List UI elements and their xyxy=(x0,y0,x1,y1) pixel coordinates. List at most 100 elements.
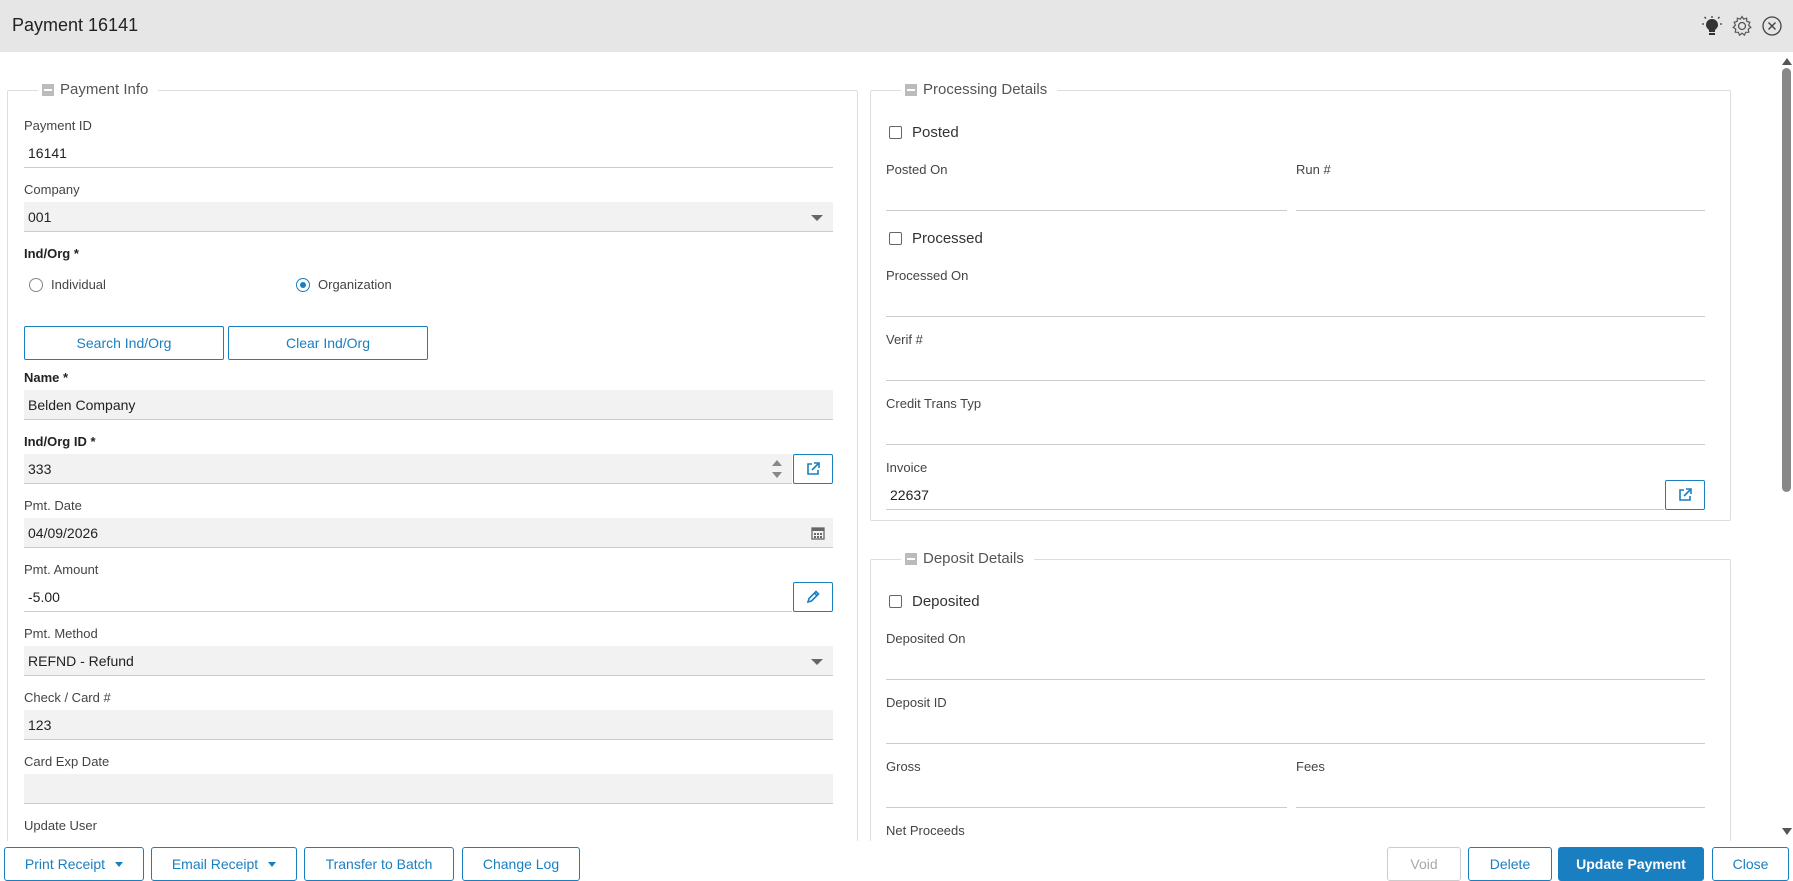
invoice-field: 22637 xyxy=(886,480,1664,510)
credit-trans-typ-label: Credit Trans Typ xyxy=(886,396,982,411)
checkbox-icon xyxy=(889,595,902,608)
pmt-amount-value: -5.00 xyxy=(28,589,60,605)
collapse-icon[interactable] xyxy=(905,552,917,565)
radio-organization[interactable]: Organization xyxy=(296,277,392,292)
vertical-scrollbar[interactable] xyxy=(1780,52,1793,841)
close-icon[interactable] xyxy=(1759,13,1785,39)
pmt-method-value: REFND - Refund xyxy=(28,653,134,669)
scroll-thumb[interactable] xyxy=(1782,68,1791,492)
collapse-icon[interactable] xyxy=(905,83,917,96)
search-ind-org-button[interactable]: Search Ind/Org xyxy=(24,326,224,360)
open-ind-org-button[interactable] xyxy=(793,454,833,484)
deposited-label: Deposited xyxy=(912,593,980,610)
pmt-amount-label: Pmt. Amount xyxy=(24,562,99,577)
void-button[interactable]: Void xyxy=(1387,847,1461,881)
fees-label: Fees xyxy=(1296,759,1325,774)
calendar-icon[interactable] xyxy=(811,526,825,540)
update-payment-button[interactable]: Update Payment xyxy=(1558,847,1704,881)
radio-individual-label: Individual xyxy=(51,277,106,292)
scroll-up-icon[interactable] xyxy=(1782,58,1792,65)
collapse-icon[interactable] xyxy=(42,83,54,96)
close-button[interactable]: Close xyxy=(1712,847,1789,881)
fees-field[interactable] xyxy=(1296,807,1705,808)
caret-down-icon xyxy=(115,861,124,867)
pencil-icon xyxy=(806,590,820,604)
credit-trans-typ-field[interactable] xyxy=(886,444,1705,445)
update-user-label: Update User xyxy=(24,818,97,833)
processing-details-panel: Processing Details xyxy=(870,81,1731,521)
pmt-date-label: Pmt. Date xyxy=(24,498,82,513)
clear-ind-org-button[interactable]: Clear Ind/Org xyxy=(228,326,428,360)
radio-individual[interactable]: Individual xyxy=(29,277,106,292)
run-number-field[interactable] xyxy=(1296,210,1705,211)
processed-checkbox[interactable]: Processed xyxy=(889,230,983,247)
payment-id-label: Payment ID xyxy=(24,118,92,133)
lightbulb-icon[interactable] xyxy=(1699,13,1725,39)
posted-label: Posted xyxy=(912,124,959,141)
radio-icon xyxy=(29,277,43,292)
run-number-label: Run # xyxy=(1296,162,1331,177)
radio-selected-icon xyxy=(296,277,310,292)
company-value: 001 xyxy=(28,209,52,225)
ind-org-id-label: Ind/Org ID * xyxy=(24,434,96,449)
payment-id-value: 16141 xyxy=(28,145,67,161)
name-field: Belden Company xyxy=(24,390,833,420)
print-receipt-label: Print Receipt xyxy=(24,856,106,872)
gear-icon[interactable] xyxy=(1729,13,1755,39)
ind-org-id-field[interactable]: 333 xyxy=(24,454,792,484)
processed-label: Processed xyxy=(912,230,983,247)
pmt-date-field[interactable]: 04/09/2026 xyxy=(24,518,833,548)
payment-info-legend[interactable]: Payment Info xyxy=(38,81,159,98)
ind-org-label: Ind/Org * xyxy=(24,246,79,261)
ind-org-id-value: 333 xyxy=(28,461,52,477)
payment-id-field: 16141 xyxy=(24,138,833,168)
processed-on-field[interactable] xyxy=(886,316,1705,317)
print-receipt-button[interactable]: Print Receipt xyxy=(4,847,144,881)
processing-details-legend[interactable]: Processing Details xyxy=(901,81,1058,98)
invoice-value: 22637 xyxy=(890,487,929,503)
verif-field[interactable] xyxy=(886,380,1705,381)
scroll-down-icon[interactable] xyxy=(1782,828,1792,835)
change-log-button[interactable]: Change Log xyxy=(462,847,580,881)
posted-checkbox[interactable]: Posted xyxy=(889,124,959,141)
deposit-id-field[interactable] xyxy=(886,743,1705,744)
invoice-label: Invoice xyxy=(886,460,928,475)
payment-info-title: Payment Info xyxy=(60,81,149,98)
posted-on-field[interactable] xyxy=(886,210,1287,211)
check-card-value: 123 xyxy=(28,717,52,733)
company-select[interactable]: 001 xyxy=(24,202,833,232)
name-label: Name * xyxy=(24,370,69,385)
footer-toolbar: Print Receipt Email Receipt Transfer to … xyxy=(0,841,1793,881)
deposit-details-panel: Deposit Details xyxy=(870,550,1731,841)
edit-amount-button[interactable] xyxy=(793,582,833,612)
verif-label: Verif # xyxy=(886,332,923,347)
checkbox-icon xyxy=(889,232,902,245)
deposit-details-legend[interactable]: Deposit Details xyxy=(901,550,1034,567)
form-scroll-area[interactable]: Payment Info Payment ID 16141 Company 00… xyxy=(0,52,1780,841)
window-title: Payment 16141 xyxy=(12,15,139,35)
deposit-id-label: Deposit ID xyxy=(886,695,947,710)
email-receipt-button[interactable]: Email Receipt xyxy=(151,847,297,881)
gross-label: Gross xyxy=(886,759,921,774)
pmt-amount-field: -5.00 xyxy=(24,582,792,612)
deposit-details-title: Deposit Details xyxy=(923,550,1024,567)
transfer-to-batch-button[interactable]: Transfer to Batch xyxy=(304,847,454,881)
caret-down-icon xyxy=(268,861,277,867)
processing-details-title: Processing Details xyxy=(923,81,1048,98)
card-exp-field[interactable] xyxy=(24,774,833,804)
deposited-on-field[interactable] xyxy=(886,679,1705,680)
spinner-icon[interactable] xyxy=(772,460,782,478)
deposited-checkbox[interactable]: Deposited xyxy=(889,593,980,610)
processed-on-label: Processed On xyxy=(886,268,969,283)
delete-button[interactable]: Delete xyxy=(1468,847,1552,881)
net-proceeds-label: Net Proceeds xyxy=(886,823,965,838)
checkbox-icon xyxy=(889,126,902,139)
radio-organization-label: Organization xyxy=(318,277,392,292)
external-link-icon xyxy=(807,462,820,475)
open-invoice-button[interactable] xyxy=(1665,480,1705,510)
name-value: Belden Company xyxy=(28,397,136,413)
card-exp-label: Card Exp Date xyxy=(24,754,110,769)
pmt-method-select[interactable]: REFND - Refund xyxy=(24,646,833,676)
check-card-field[interactable]: 123 xyxy=(24,710,833,740)
gross-field[interactable] xyxy=(886,807,1287,808)
